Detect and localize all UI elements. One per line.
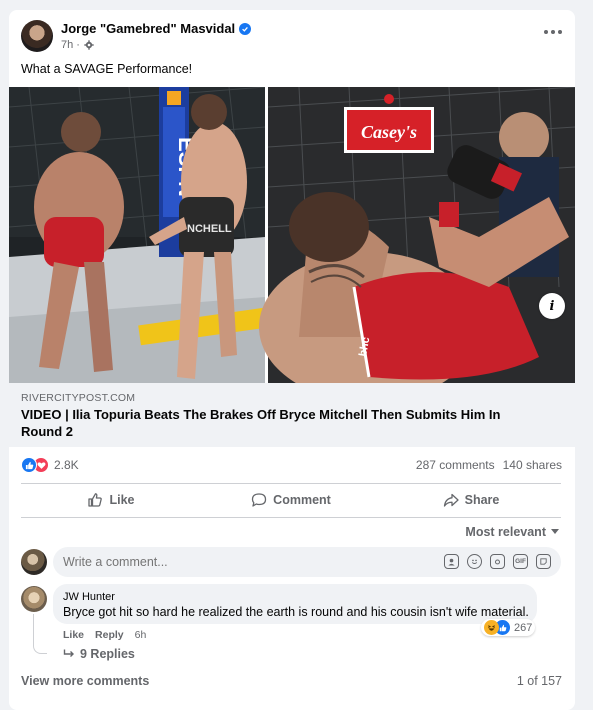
view-more-comments-link[interactable]: View more comments [21,674,149,688]
comment-button[interactable]: Comment [201,484,381,516]
reply-thread-line [33,614,47,654]
post-media[interactable]: ESPN NCHELL [9,87,575,383]
share-button[interactable]: Share [381,484,561,516]
comment-text: Bryce got hit so hard he realized the ea… [63,605,529,619]
like-button[interactable]: Like [21,484,201,516]
shorts-text: NCHELL [187,223,232,235]
current-user-avatar[interactable] [21,549,47,575]
more-options-icon[interactable] [541,24,565,40]
replies-label: 9 Replies [80,647,135,661]
reaction-count: 2.8K [54,458,79,472]
like-label: Like [109,493,135,507]
comment-label: Comment [273,493,331,507]
like-reaction-icon [21,457,37,473]
media-image: ESPN NCHELL [9,87,575,383]
verified-badge-icon [239,22,252,35]
privacy-gear-icon[interactable] [84,40,94,50]
link-preview[interactable]: RIVERCITYPOST.COM VIDEO | Ilia Topuria B… [9,383,575,447]
haha-reaction-icon [484,620,499,635]
comment-like-link[interactable]: Like [63,629,84,641]
caret-down-icon [551,529,559,534]
composer-icons: GIF [444,554,551,569]
comment-composer[interactable]: GIF [53,547,561,577]
comment-time[interactable]: 6h [135,629,147,641]
post-card: Jorge "Gamebred" Masvidal 7h · What a SA… [9,10,575,710]
share-label: Share [464,493,500,507]
thumbs-up-icon [88,493,103,507]
camera-icon[interactable] [490,554,505,569]
comment-input[interactable] [63,555,363,569]
view-replies-button[interactable]: 9 Replies [63,647,135,661]
comments-pagination: 1 of 157 [516,674,562,688]
sponsor-sign-text: Casey's [361,122,417,142]
comment-sort-dropdown[interactable]: Most relevant [465,525,559,539]
comment-bubble: JW Hunter Bryce got hit so hard he reali… [53,584,537,624]
comment-actions: Like Reply 6h [63,629,146,641]
link-domain: RIVERCITYPOST.COM [21,392,136,404]
post-meta: 7h · [61,39,94,51]
author-name[interactable]: Jorge "Gamebred" Masvidal [61,21,235,36]
sticker-icon[interactable] [536,554,551,569]
post-actions: Like Comment Share [21,484,561,516]
comment-author[interactable]: JW Hunter [63,591,527,603]
share-arrow-icon [443,493,459,507]
divider [21,517,561,518]
comment-count[interactable]: 287 comments [416,458,495,472]
comment-reaction-count: 267 [514,621,533,634]
avatar-sticker-icon[interactable] [444,554,459,569]
commenter-avatar[interactable] [21,586,47,612]
emoji-icon[interactable] [467,554,482,569]
gif-icon[interactable]: GIF [513,554,528,569]
post-text: What a SAVAGE Performance! [21,62,193,76]
dot-separator: · [73,39,80,51]
author-row: Jorge "Gamebred" Masvidal [61,21,252,36]
engagement-counts: 287 comments 140 shares [416,458,562,472]
comment-bubble-icon [252,493,267,507]
share-count[interactable]: 140 shares [503,458,562,472]
comment-reply-link[interactable]: Reply [95,629,124,641]
post-time[interactable]: 7h [61,39,73,51]
author-avatar[interactable] [21,20,53,52]
reply-arrow-icon [63,649,74,657]
comment-reactions[interactable]: 267 [481,619,536,636]
reaction-summary[interactable]: 2.8K [21,457,79,473]
sort-label: Most relevant [465,525,546,539]
link-title[interactable]: VIDEO | Ilia Topuria Beats The Brakes Of… [21,406,541,440]
info-icon[interactable]: i [539,293,565,319]
